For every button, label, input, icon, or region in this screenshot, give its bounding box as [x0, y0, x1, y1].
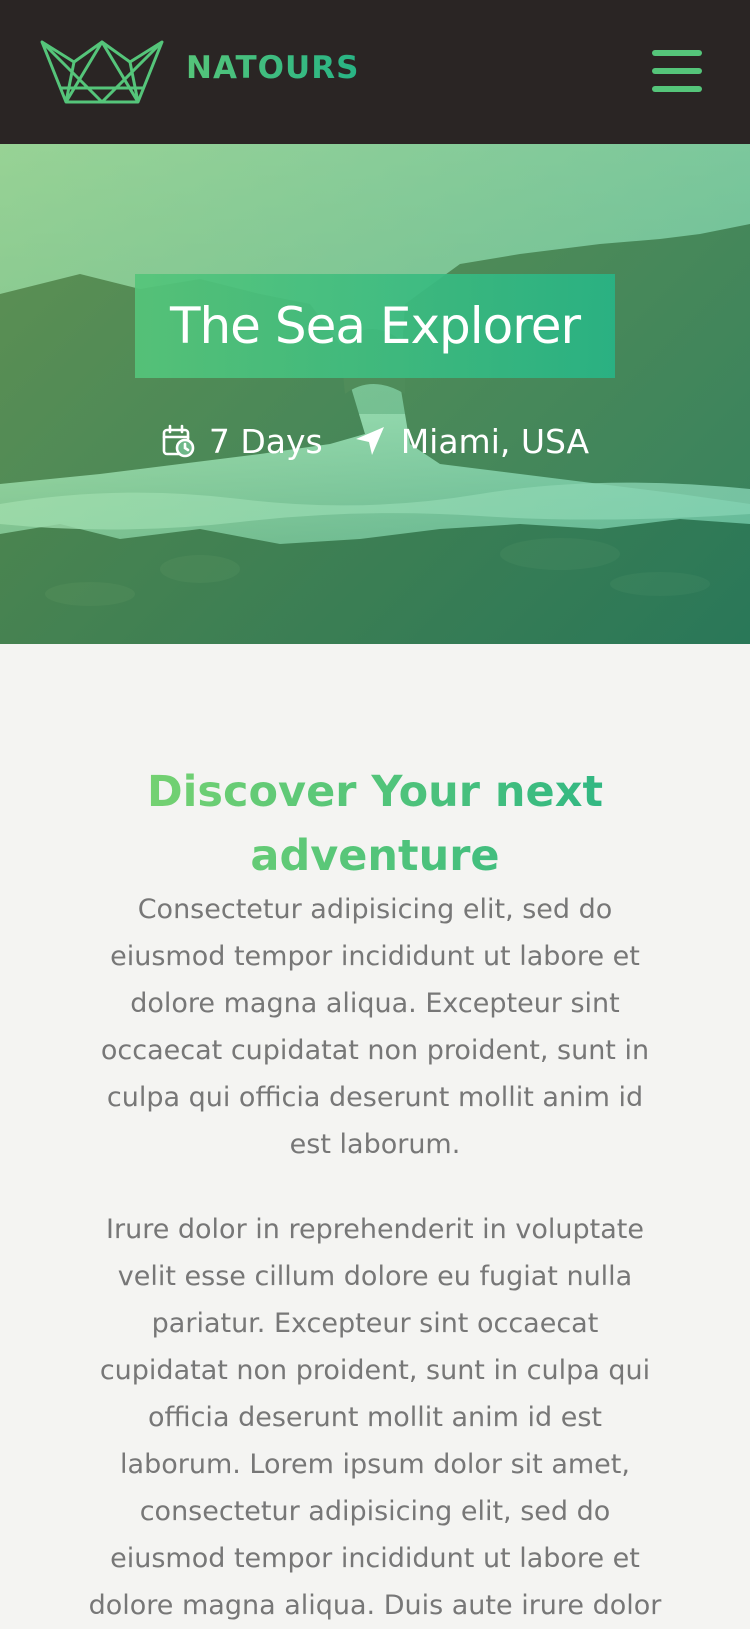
tour-duration-text: 7 Days [208, 421, 323, 461]
top-navigation-bar: NATOURS [0, 0, 750, 144]
description-paragraph: Irure dolor in reprehenderit in voluptat… [88, 1214, 662, 1621]
hero-section: The Sea Explorer 7 Days Miami, USA [0, 144, 750, 644]
menu-bar-bottom [652, 86, 702, 92]
menu-bar-middle [652, 68, 702, 74]
tour-duration: 7 Days [161, 422, 323, 461]
tour-location-text: Miami, USA [400, 421, 590, 461]
tour-title-box: The Sea Explorer [135, 274, 615, 378]
hero-color-overlay [0, 144, 750, 644]
hamburger-menu-icon[interactable] [652, 50, 702, 92]
section-heading: Discover Your next adventure [80, 760, 670, 888]
calendar-clock-icon [162, 424, 195, 458]
tour-description-section: Discover Your next adventure Consectetur… [0, 644, 750, 1624]
tour-meta: 7 Days Miami, USA [0, 416, 750, 466]
brand-name[interactable]: NATOURS [186, 50, 359, 86]
location-arrow-icon [355, 427, 384, 455]
menu-bar-top [652, 50, 702, 56]
tour-title: The Sea Explorer [169, 297, 581, 355]
crown-icon[interactable] [40, 40, 164, 104]
tour-location: Miami, USA [353, 422, 589, 461]
description-paragraph: Consectetur adipisicing elit, sed do eiu… [100, 894, 650, 1160]
